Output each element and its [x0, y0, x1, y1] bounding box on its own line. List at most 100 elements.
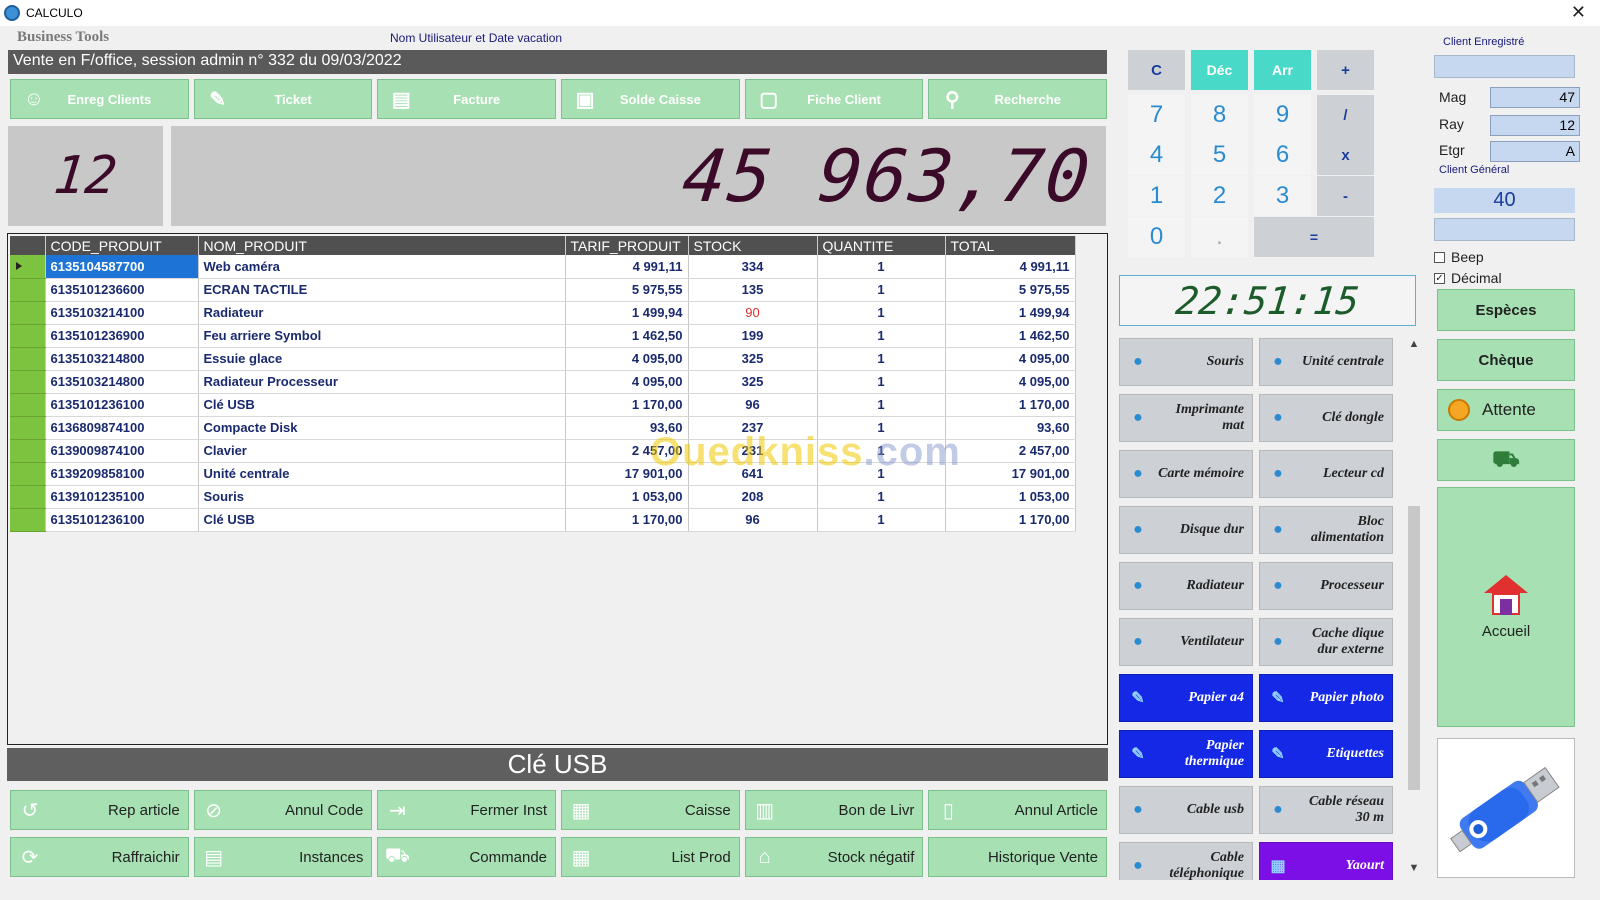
- column-header-code-produit[interactable]: CODE_PRODUIT: [45, 236, 199, 255]
- cell-tarif-produit[interactable]: 4 095,00: [565, 347, 689, 371]
- cell-stock[interactable]: 231: [688, 439, 818, 463]
- quick-product-cable-telephonique[interactable]: ● Cable téléphonique: [1119, 842, 1253, 880]
- cell-tarif-produit[interactable]: 1 499,94: [565, 301, 689, 325]
- cell-nom-produit[interactable]: Unité centrale: [198, 462, 566, 486]
- quick-product-processeur[interactable]: ● Processeur: [1259, 562, 1393, 610]
- row-selector[interactable]: [10, 439, 46, 463]
- quick-product-ventilateur[interactable]: ● Ventilateur: [1119, 618, 1253, 666]
- table-row[interactable]: 6135101236900 Feu arriere Symbol 1 462,50 1…: [10, 324, 1076, 348]
- quick-product-imprimante-mat[interactable]: ● Imprimante mat: [1119, 394, 1253, 442]
- table-row[interactable]: 6135101236100 Clé USB 1 170,00 96 1 1 170,00: [10, 393, 1076, 417]
- client-general-name-field[interactable]: [1434, 218, 1575, 241]
- table-row[interactable]: 6135101236600 ECRAN TACTILE 5 975,55 135 1 5 …: [10, 278, 1076, 302]
- row-selector[interactable]: [10, 255, 46, 279]
- scroll-down-icon[interactable]: ▼: [1406, 862, 1422, 878]
- cell-total[interactable]: 1 053,00: [945, 485, 1076, 509]
- especes-button[interactable]: Espèces: [1437, 289, 1575, 331]
- cell-code-produit[interactable]: 6135101236100: [45, 508, 199, 532]
- enreg-clients-button[interactable]: ☺ Enreg Clients: [10, 79, 189, 119]
- beep-checkbox[interactable]: Beep: [1434, 249, 1484, 265]
- sales-grid[interactable]: CODE_PRODUIT NOM_PRODUIT TARIF_PRODUIT STOC…: [7, 233, 1108, 745]
- quick-product-cable-reseau-30-m[interactable]: ● Cable réseau 30 m: [1259, 786, 1393, 834]
- quick-product-carte-memoire[interactable]: ● Carte mémoire: [1119, 450, 1253, 498]
- close-icon[interactable]: ✕: [1571, 2, 1586, 23]
- column-header-stock[interactable]: STOCK: [688, 236, 818, 255]
- cell-tarif-produit[interactable]: 4 095,00: [565, 370, 689, 394]
- cell-quantite[interactable]: 1: [817, 255, 946, 279]
- cell-stock[interactable]: 334: [688, 255, 818, 279]
- bon-de-livr-button[interactable]: ▥ Bon de Livr: [744, 790, 924, 830]
- cell-stock[interactable]: 199: [688, 324, 818, 348]
- quick-product-bloc-alimentation[interactable]: ● Bloc alimentation: [1259, 506, 1393, 554]
- cell-total[interactable]: 2 457,00: [945, 439, 1076, 463]
- quick-product-papier-a4[interactable]: ✎ Papier a4: [1119, 674, 1253, 722]
- calc-key-zero[interactable]: 0: [1128, 217, 1185, 257]
- cell-code-produit[interactable]: 6135103214100: [45, 301, 199, 325]
- quick-product-unite-centrale[interactable]: ● Unité centrale: [1259, 338, 1393, 386]
- row-selector[interactable]: [10, 485, 46, 509]
- table-row[interactable]: 6135104587700 Web caméra 4 991,11 334 1 4 991…: [10, 255, 1076, 279]
- client-enregistre-field[interactable]: [1434, 55, 1575, 78]
- list-prod-button[interactable]: ▦ List Prod: [561, 837, 740, 877]
- cell-nom-produit[interactable]: Essuie glace: [198, 347, 566, 371]
- calc-key-dot[interactable]: .: [1191, 217, 1248, 257]
- calc-key-round[interactable]: Arr: [1254, 50, 1311, 90]
- column-header-tarif-produit[interactable]: TARIF_PRODUIT: [565, 236, 689, 255]
- cell-quantite[interactable]: 1: [817, 324, 946, 348]
- recherche-button[interactable]: ⚲ Recherche: [928, 79, 1108, 119]
- cell-tarif-produit[interactable]: 93,60: [565, 416, 689, 440]
- row-selector[interactable]: [10, 370, 46, 394]
- table-row[interactable]: 6139101235100 Souris 1 053,00 208 1 1 053,00: [10, 485, 1076, 509]
- calc-key-minus[interactable]: -: [1317, 176, 1374, 216]
- cell-tarif-produit[interactable]: 1 170,00: [565, 508, 689, 532]
- cell-code-produit[interactable]: 6135101236100: [45, 393, 199, 417]
- calc-key-five[interactable]: 5: [1191, 135, 1248, 175]
- calc-key-two[interactable]: 2: [1191, 176, 1248, 216]
- fiche-client-button[interactable]: ▢ Fiche Client: [744, 79, 924, 119]
- row-selector[interactable]: [10, 416, 46, 440]
- cell-quantite[interactable]: 1: [817, 393, 946, 417]
- cell-nom-produit[interactable]: Compacte Disk: [198, 416, 566, 440]
- table-row[interactable]: 6135103214800 Radiateur Processeur 4 095,0…: [10, 370, 1076, 394]
- decimal-check-icon[interactable]: ✓: [1434, 272, 1445, 284]
- cell-total[interactable]: 1 462,50: [945, 324, 1076, 348]
- cell-tarif-produit[interactable]: 1 170,00: [565, 393, 689, 417]
- calc-key-multiply[interactable]: x: [1317, 135, 1374, 175]
- table-row[interactable]: 6135101236100 Clé USB 1 170,00 96 1 1 170,00: [10, 508, 1076, 532]
- cell-code-produit[interactable]: 6135103214800: [45, 347, 199, 371]
- row-selector[interactable]: [10, 347, 46, 371]
- solde-caisse-button[interactable]: ▣ Solde Caisse: [561, 79, 740, 119]
- cell-code-produit[interactable]: 6135104587700: [45, 255, 199, 279]
- quick-product-papier-photo[interactable]: ✎ Papier photo: [1259, 674, 1393, 722]
- caisse-button[interactable]: ▦ Caisse: [561, 790, 740, 830]
- scroll-up-icon[interactable]: ▲: [1406, 338, 1422, 354]
- quick-product-radiateur[interactable]: ● Radiateur: [1119, 562, 1253, 610]
- cell-code-produit[interactable]: 6135101236600: [45, 278, 199, 302]
- cell-nom-produit[interactable]: Radiateur Processeur: [198, 370, 566, 394]
- client-general-field[interactable]: 40: [1434, 188, 1575, 213]
- cell-tarif-produit[interactable]: 1 053,00: [565, 485, 689, 509]
- cell-total[interactable]: 1 170,00: [945, 393, 1076, 417]
- cell-quantite[interactable]: 1: [817, 370, 946, 394]
- quick-product-cache-dique-dur-externe[interactable]: ● Cache dique dur externe: [1259, 618, 1393, 666]
- quick-product-etiquettes[interactable]: ✎ Etiquettes: [1259, 730, 1393, 778]
- cell-tarif-produit[interactable]: 17 901,00: [565, 462, 689, 486]
- cell-tarif-produit[interactable]: 2 457,00: [565, 439, 689, 463]
- mag-field[interactable]: 47: [1490, 87, 1580, 108]
- stock-negatif-button[interactable]: ⌂ Stock négatif: [744, 837, 924, 877]
- cell-quantite[interactable]: 1: [817, 439, 946, 463]
- row-selector[interactable]: [10, 393, 46, 417]
- accueil-button[interactable]: Accueil: [1437, 487, 1575, 727]
- cell-total[interactable]: 17 901,00: [945, 462, 1076, 486]
- cell-code-produit[interactable]: 6139101235100: [45, 485, 199, 509]
- quick-product-cle-dongle[interactable]: ● Clé dongle: [1259, 394, 1393, 442]
- cell-stock[interactable]: 96: [688, 508, 818, 532]
- cell-stock[interactable]: 237: [688, 416, 818, 440]
- table-row[interactable]: 6135103214100 Radiateur 1 499,94 90 1 1 499,9…: [10, 301, 1076, 325]
- cell-total[interactable]: 4 095,00: [945, 347, 1076, 371]
- row-selector[interactable]: [10, 301, 46, 325]
- cell-code-produit[interactable]: 6135103214800: [45, 370, 199, 394]
- table-row[interactable]: 6139009874100 Clavier 2 457,00 231 1 2 457,00: [10, 439, 1076, 463]
- fermer-inst-button[interactable]: ⇥ Fermer Inst: [377, 790, 557, 830]
- row-selector[interactable]: [10, 462, 46, 486]
